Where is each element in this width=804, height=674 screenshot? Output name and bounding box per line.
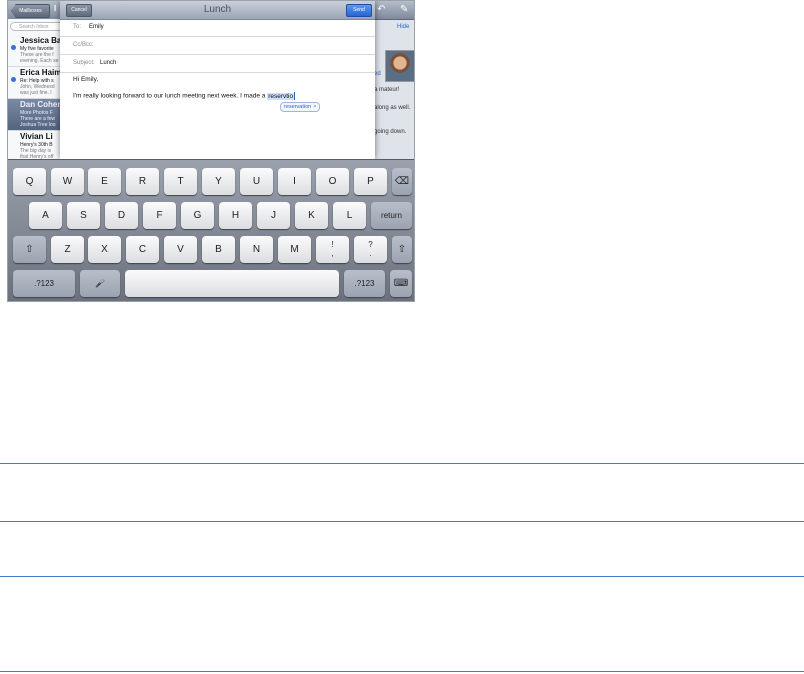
key-f[interactable]: F bbox=[143, 202, 176, 229]
key-bottom-glyph: , bbox=[331, 249, 334, 258]
typed-word: reservtio bbox=[267, 92, 295, 100]
shift-left-icon[interactable]: ⇧ bbox=[13, 236, 46, 263]
message-preview: There are a few Joshua Tree loo bbox=[20, 116, 56, 128]
onscreen-keyboard: Q W E R T Y U I O P ⌫ A S D F G H J K L … bbox=[8, 159, 414, 301]
divider-line bbox=[0, 671, 804, 672]
mailboxes-back-button[interactable]: Mailboxes bbox=[11, 4, 50, 18]
key-k[interactable]: K bbox=[295, 202, 328, 229]
backspace-icon[interactable]: ⌫ bbox=[392, 168, 412, 195]
key-v[interactable]: V bbox=[164, 236, 197, 263]
detail-text-fragment: ed bbox=[374, 71, 381, 77]
key-a[interactable]: A bbox=[29, 202, 62, 229]
return-key[interactable]: return bbox=[371, 202, 412, 229]
microphone-icon[interactable]: 🎤 bbox=[80, 270, 120, 297]
to-field[interactable]: To: Emily bbox=[60, 19, 375, 37]
key-z[interactable]: Z bbox=[51, 236, 84, 263]
key-b[interactable]: B bbox=[202, 236, 235, 263]
space-bar[interactable] bbox=[125, 270, 339, 297]
key-l[interactable]: L bbox=[333, 202, 366, 229]
ipad-screenshot: Mailboxes I ↶ ✎ Search Inbox Jessica Ba … bbox=[7, 0, 415, 302]
cc-bcc-label: Cc/Bcc: bbox=[73, 42, 94, 48]
compose-toolbar: Cancel Lunch Send bbox=[60, 1, 375, 20]
sender-name: Dan Cohen bbox=[20, 100, 60, 109]
hide-button[interactable]: Hide bbox=[397, 24, 409, 30]
to-value: Emily bbox=[89, 24, 104, 30]
body-sentence: I'm really looking forward to our lunch … bbox=[73, 92, 266, 100]
key-h[interactable]: H bbox=[219, 202, 252, 229]
dismiss-suggestion-icon[interactable]: × bbox=[313, 104, 316, 110]
divider-line bbox=[0, 521, 804, 522]
divider-line bbox=[0, 576, 804, 577]
key-o[interactable]: O bbox=[316, 168, 349, 195]
suggestion-text: reservation bbox=[284, 104, 312, 110]
key-u[interactable]: U bbox=[240, 168, 273, 195]
message-preview: John, Wednesd was just fine. I bbox=[20, 84, 55, 96]
inbox-list: Search Inbox Jessica Ba My five favorite… bbox=[8, 19, 61, 171]
key-e[interactable]: E bbox=[88, 168, 121, 195]
compose-icon[interactable]: ✎ bbox=[400, 4, 408, 16]
key-c[interactable]: C bbox=[126, 236, 159, 263]
key-r[interactable]: R bbox=[126, 168, 159, 195]
reply-icon[interactable]: ↶ bbox=[377, 4, 385, 16]
send-button[interactable]: Send bbox=[346, 4, 372, 17]
numbers-key-right[interactable]: .?123 bbox=[344, 270, 385, 297]
cc-bcc-field[interactable]: Cc/Bcc: bbox=[60, 37, 375, 55]
detail-text-fragment: a mateur! bbox=[374, 87, 400, 93]
search-input[interactable]: Search Inbox bbox=[10, 22, 60, 31]
subject-field[interactable]: Subject: Lunch bbox=[60, 55, 375, 73]
shift-right-icon[interactable]: ⇧ bbox=[392, 236, 412, 263]
key-top-glyph: ! bbox=[331, 240, 334, 249]
key-i[interactable]: I bbox=[278, 168, 311, 195]
detail-text-fragment: along as well. bbox=[374, 105, 411, 111]
key-y[interactable]: Y bbox=[202, 168, 235, 195]
key-n[interactable]: N bbox=[240, 236, 273, 263]
body-text[interactable]: I'm really looking forward to our lunch … bbox=[73, 92, 296, 100]
unread-dot-icon bbox=[11, 45, 16, 50]
message-list-item[interactable]: Jessica Ba My five favorite These are th… bbox=[8, 35, 60, 67]
key-bottom-glyph: . bbox=[369, 249, 372, 258]
compose-sheet: Cancel Lunch Send To: Emily Cc/Bcc: Subj… bbox=[60, 1, 375, 159]
divider-line bbox=[0, 463, 804, 464]
key-exclamation-comma[interactable]: ! , bbox=[316, 236, 349, 263]
subject-label: Subject: bbox=[73, 60, 95, 66]
sender-name: Erica Haim bbox=[20, 68, 60, 77]
key-s[interactable]: S bbox=[67, 202, 100, 229]
key-g[interactable]: G bbox=[181, 202, 214, 229]
to-label: To: bbox=[73, 24, 82, 30]
sender-name: Vivian Li bbox=[20, 132, 53, 141]
key-x[interactable]: X bbox=[88, 236, 121, 263]
message-list-item[interactable]: Erica Haim Re: Help with s John, Wednesd… bbox=[8, 67, 60, 99]
key-question-period[interactable]: ? . bbox=[354, 236, 387, 263]
key-d[interactable]: D bbox=[105, 202, 138, 229]
unread-dot-icon bbox=[11, 77, 16, 82]
text-cursor bbox=[294, 92, 296, 100]
sender-name: Jessica Ba bbox=[20, 36, 60, 45]
subject-value: Lunch bbox=[100, 60, 117, 66]
avatar bbox=[385, 50, 414, 82]
key-q[interactable]: Q bbox=[13, 168, 46, 195]
hide-keyboard-icon[interactable]: ⌨ bbox=[390, 270, 412, 297]
detail-text-fragment: going down. bbox=[374, 129, 407, 135]
compose-title: Lunch bbox=[203, 4, 232, 15]
key-w[interactable]: W bbox=[51, 168, 84, 195]
key-t[interactable]: T bbox=[164, 168, 197, 195]
message-preview: These are the f evening. Each se bbox=[20, 52, 59, 64]
key-j[interactable]: J bbox=[257, 202, 290, 229]
key-m[interactable]: M bbox=[278, 236, 311, 263]
message-list-item-selected[interactable]: Dan Cohen More Photos F There are a few J… bbox=[8, 99, 60, 131]
key-p[interactable]: P bbox=[354, 168, 387, 195]
key-top-glyph: ? bbox=[368, 240, 373, 249]
inbox-title-fragment: I bbox=[54, 4, 57, 13]
autocorrect-suggestion[interactable]: reservation × bbox=[280, 102, 321, 112]
body-greeting[interactable]: Hi Emily, bbox=[73, 76, 98, 83]
numbers-key-left[interactable]: .?123 bbox=[13, 270, 75, 297]
